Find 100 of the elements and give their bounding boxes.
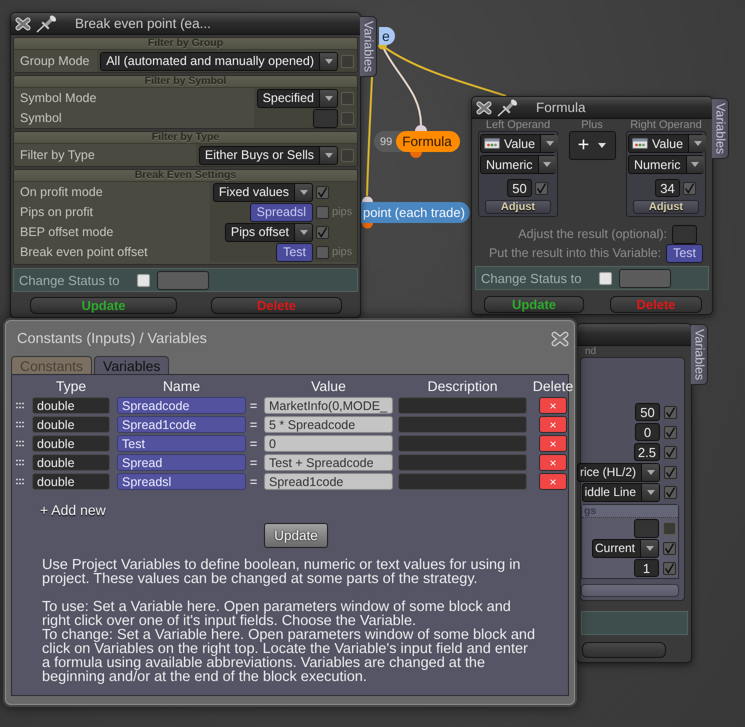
checkbox[interactable] xyxy=(535,182,548,194)
value-field[interactable]: 0 xyxy=(264,435,393,452)
type-field[interactable]: double xyxy=(32,416,110,433)
checkbox[interactable] xyxy=(664,426,677,438)
value-field[interactable]: 5 * Spreadcode xyxy=(264,416,393,433)
caret-icon xyxy=(300,190,308,194)
pin-icon[interactable] xyxy=(497,98,519,116)
variables-tab[interactable]: Variables xyxy=(712,98,729,160)
value-field[interactable]: Test + Spreadcode xyxy=(264,454,393,471)
delete-button[interactable]: × xyxy=(539,454,567,471)
checkbox[interactable] xyxy=(663,562,676,574)
type-field[interactable]: double xyxy=(32,473,110,490)
dropdown[interactable]: Numeric xyxy=(480,155,556,174)
checkbox[interactable] xyxy=(599,272,612,284)
dropdown[interactable]: iddle Line xyxy=(582,482,660,502)
checkbox[interactable] xyxy=(341,112,354,124)
dropdown[interactable]: Numeric xyxy=(628,155,704,174)
drag-handle-icon[interactable] xyxy=(16,459,24,466)
checkbox[interactable] xyxy=(663,522,676,534)
update-button[interactable]: Update xyxy=(30,297,177,314)
formula-node[interactable]: 99 Formula xyxy=(374,131,460,152)
close-icon[interactable] xyxy=(15,16,31,30)
dropdown[interactable]: Fixed values xyxy=(212,182,313,202)
window-title: Break even point (ea... xyxy=(75,16,211,31)
checkbox[interactable] xyxy=(137,274,150,286)
number-field[interactable]: 0 xyxy=(635,423,660,441)
description-field[interactable] xyxy=(398,473,527,490)
close-icon[interactable] xyxy=(476,100,492,114)
checkbox[interactable] xyxy=(341,148,354,162)
variables-tab[interactable]: Variables xyxy=(691,324,708,386)
value-field[interactable]: Spread1code xyxy=(264,473,393,490)
checkbox[interactable] xyxy=(316,226,329,238)
number-field[interactable]: 1 xyxy=(634,559,659,577)
delete-button[interactable]: × xyxy=(539,397,567,414)
dropdown[interactable]: Current xyxy=(592,538,659,558)
update-button[interactable]: Update xyxy=(484,296,584,313)
checkbox[interactable] xyxy=(316,246,329,258)
drag-handle-icon[interactable] xyxy=(16,440,24,447)
dropdown[interactable]: Either Buys or Sells xyxy=(198,146,338,164)
input-field[interactable] xyxy=(634,518,659,538)
add-new-link[interactable]: + Add new xyxy=(40,502,106,518)
status-field[interactable] xyxy=(157,270,210,290)
name-field[interactable]: Spreadsl xyxy=(117,473,246,490)
variables-tab[interactable]: Variables xyxy=(360,16,377,78)
name-field[interactable]: Test xyxy=(117,435,246,452)
delete-button[interactable]: × xyxy=(539,435,567,452)
type-field[interactable]: double xyxy=(32,397,110,414)
drag-handle-icon[interactable] xyxy=(16,402,24,409)
type-field[interactable]: double xyxy=(32,454,110,471)
checkbox[interactable] xyxy=(683,182,696,194)
checkbox[interactable] xyxy=(664,406,677,418)
pin-icon[interactable] xyxy=(36,14,58,32)
dropdown[interactable]: Pips offset xyxy=(224,222,313,242)
description-field[interactable] xyxy=(398,416,527,433)
adjust-button[interactable]: Adjust xyxy=(633,200,699,214)
dropdown[interactable]: Specified xyxy=(256,88,338,108)
status-field[interactable] xyxy=(619,268,672,288)
checkbox[interactable] xyxy=(316,206,329,218)
checkbox[interactable] xyxy=(341,92,354,104)
name-field[interactable]: Spreadcode xyxy=(117,397,246,414)
checkbox[interactable] xyxy=(664,486,677,498)
variable-field[interactable]: Test xyxy=(276,242,313,262)
adjust-button[interactable]: Adjust xyxy=(485,200,551,214)
section-title: nd xyxy=(585,346,596,357)
operand-heading: Left Operand xyxy=(486,119,550,131)
field-label: Symbol xyxy=(20,111,62,125)
variable-node[interactable]: e xyxy=(379,27,395,45)
checkbox[interactable] xyxy=(664,466,677,478)
dropdown[interactable]: Value xyxy=(628,134,704,153)
description-field[interactable] xyxy=(398,397,527,414)
name-field[interactable]: Spread1code xyxy=(117,416,246,433)
input-field[interactable] xyxy=(313,108,338,128)
variable-field[interactable]: Spreadsl xyxy=(250,202,313,222)
variable-field[interactable]: Test xyxy=(666,244,703,262)
number-field[interactable]: 34 xyxy=(655,179,680,197)
value-field[interactable]: MarketInfo(0,MODE_ xyxy=(264,397,393,414)
drag-handle-icon[interactable] xyxy=(16,421,24,428)
description-field[interactable] xyxy=(398,435,527,452)
caret-icon xyxy=(646,546,654,550)
dropdown[interactable]: All (automated and manually opened) xyxy=(100,52,338,70)
dropdown[interactable]: rice (HL/2) xyxy=(576,462,660,482)
number-field[interactable]: 50 xyxy=(507,179,532,197)
window-button[interactable] xyxy=(582,642,666,658)
delete-button[interactable]: × xyxy=(539,473,567,490)
number-field[interactable]: 50 xyxy=(635,403,660,421)
dropdown[interactable]: Value xyxy=(480,134,556,153)
type-field[interactable]: double xyxy=(32,435,110,452)
drag-handle-icon[interactable] xyxy=(16,478,24,485)
checkbox[interactable] xyxy=(341,54,354,68)
checkbox[interactable] xyxy=(663,542,676,554)
action-node[interactable]: point (each trade) xyxy=(361,202,470,223)
description-field[interactable] xyxy=(398,454,527,471)
name-field[interactable]: Spread xyxy=(117,454,246,471)
delete-button[interactable]: × xyxy=(539,416,567,433)
number-field[interactable]: 2.5 xyxy=(634,443,660,461)
operator-dropdown[interactable]: + xyxy=(568,131,616,160)
checkbox[interactable] xyxy=(316,186,329,198)
checkbox[interactable] xyxy=(664,446,677,458)
input-field[interactable] xyxy=(672,224,697,244)
collapsed-section-bar[interactable] xyxy=(581,584,679,597)
